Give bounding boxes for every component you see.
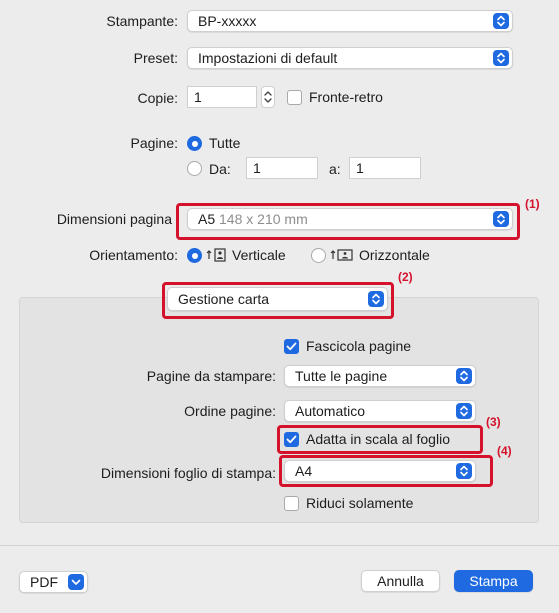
landscape-label: Orizzontale [359, 247, 430, 263]
preset-value: Impostazioni di default [198, 50, 338, 66]
dest-paper-select[interactable]: A4 [284, 460, 476, 482]
paper-size-value: A5 [198, 211, 216, 227]
preset-label: Preset: [133, 50, 178, 66]
chevron-down-icon [68, 574, 84, 590]
page-order-value: Automatico [295, 403, 366, 419]
chevron-updown-icon [456, 403, 472, 419]
pages-to-label: a: [329, 161, 341, 177]
portrait-radio[interactable] [187, 248, 202, 263]
pages-from-input[interactable]: 1 [246, 157, 318, 179]
copies-stepper[interactable] [261, 86, 275, 108]
orientation-label: Orientamento: [89, 247, 178, 263]
copies-label: Copie: [137, 90, 178, 106]
print-button[interactable]: Stampa [454, 570, 533, 592]
page-order-select[interactable]: Automatico [284, 400, 476, 422]
collate-label: Fascicola pagine [306, 338, 412, 354]
footer-divider [0, 545, 559, 546]
dest-paper-label: Dimensioni foglio di stampa: [100, 465, 276, 481]
page-order-label: Ordine pagine: [184, 403, 276, 419]
checkmark-icon [286, 435, 297, 444]
pdf-menu-button[interactable]: PDF [19, 571, 88, 593]
chevron-updown-icon [493, 13, 509, 29]
pages-all-label: Tutte [209, 135, 241, 151]
duplex-checkbox[interactable] [287, 90, 302, 105]
printer-label: Stampante: [106, 13, 178, 29]
scale-down-only-checkbox[interactable] [284, 496, 299, 511]
cancel-button[interactable]: Annulla [361, 570, 440, 592]
callout-1: (1) [525, 197, 540, 211]
callout-3: (3) [486, 415, 501, 429]
section-select[interactable]: Gestione carta [167, 287, 388, 311]
pages-from-label: Da: [209, 161, 231, 177]
callout-4: (4) [497, 444, 512, 458]
stepper-arrows-icon [264, 91, 272, 103]
scale-to-fit-label: Adatta in scala al foglio [306, 431, 450, 447]
checkmark-icon [286, 342, 297, 351]
printer-value: BP-xxxxx [198, 13, 257, 29]
portrait-orientation-icon [206, 248, 226, 262]
pages-all-radio[interactable] [187, 136, 202, 151]
collate-checkbox[interactable] [284, 339, 299, 354]
duplex-label: Fronte-retro [309, 89, 383, 105]
printer-select[interactable]: BP-xxxxx [187, 10, 513, 32]
paper-size-detail: 148 x 210 mm [219, 211, 308, 227]
chevron-updown-icon [456, 463, 472, 479]
chevron-updown-icon [368, 291, 384, 307]
pages-to-print-value: Tutte le pagine [295, 368, 388, 384]
pages-range-radio[interactable] [187, 161, 202, 176]
chevron-updown-icon [493, 211, 509, 227]
scale-down-only-label: Riduci solamente [306, 495, 414, 511]
pages-to-input[interactable]: 1 [349, 157, 421, 179]
paper-size-label: Dimensioni pagina [56, 211, 172, 227]
section-value: Gestione carta [178, 291, 270, 307]
pdf-label: PDF [30, 574, 58, 590]
preset-select[interactable]: Impostazioni di default [187, 47, 513, 69]
paper-size-select[interactable]: A5 148 x 210 mm [187, 208, 513, 230]
callout-2: (2) [398, 270, 413, 284]
copies-input[interactable]: 1 [187, 86, 257, 108]
dest-paper-value: A4 [295, 463, 313, 479]
pages-to-print-select[interactable]: Tutte le pagine [284, 365, 476, 387]
pages-to-print-label: Pagine da stampare: [146, 368, 276, 384]
portrait-label: Verticale [232, 247, 286, 263]
landscape-radio[interactable] [311, 248, 326, 263]
pages-label: Pagine: [130, 135, 178, 151]
scale-to-fit-checkbox[interactable] [284, 432, 299, 447]
chevron-updown-icon [493, 50, 509, 66]
landscape-orientation-icon [330, 249, 353, 261]
chevron-updown-icon [456, 368, 472, 384]
